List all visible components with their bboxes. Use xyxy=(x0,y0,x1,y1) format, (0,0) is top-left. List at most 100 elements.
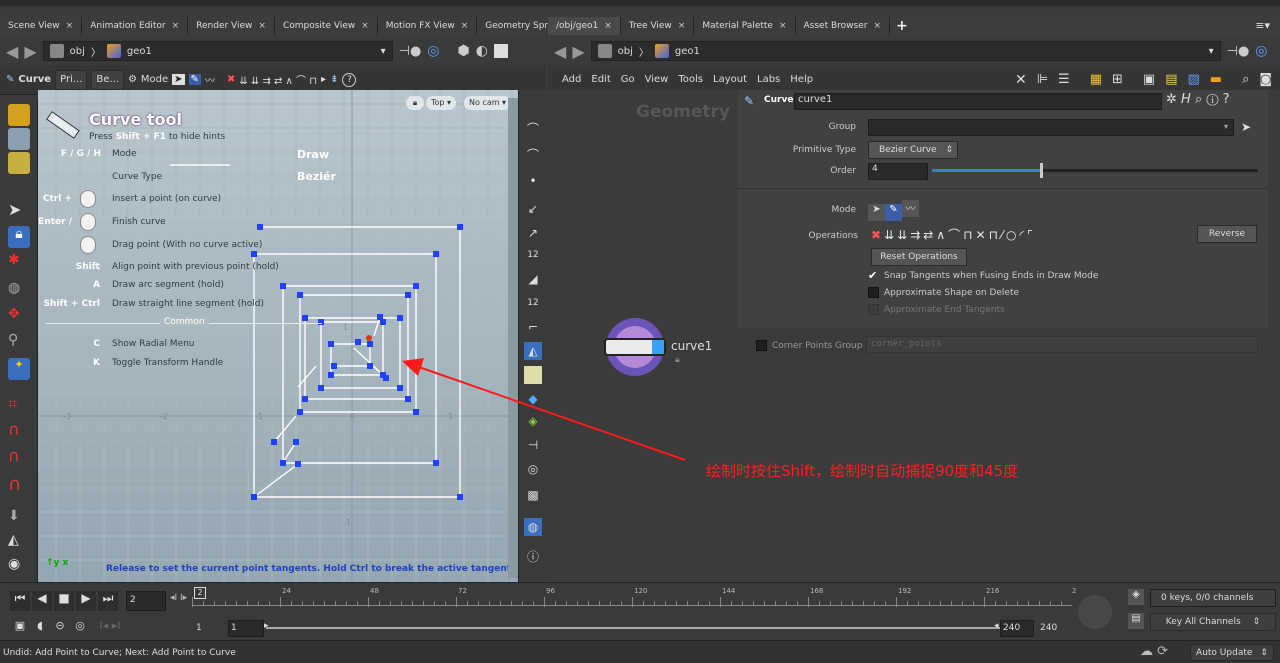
pin-icon[interactable]: ⊣● xyxy=(1227,44,1250,59)
control-point[interactable] xyxy=(328,341,334,347)
control-point[interactable] xyxy=(457,494,463,500)
note-icon[interactable]: ▤ xyxy=(1165,72,1177,87)
display-icon[interactable]: ▣ xyxy=(1143,72,1155,87)
chevron-down-icon[interactable]: ▾ xyxy=(381,46,386,57)
tab-left-4[interactable]: Motion FX View × xyxy=(378,16,478,35)
target-icon[interactable]: ◎ xyxy=(427,43,439,59)
point-number-icon[interactable]: 12 xyxy=(524,246,542,264)
close-icon[interactable]: × xyxy=(461,21,469,31)
pointer-icon[interactable]: ➤ xyxy=(8,200,30,222)
background-icon[interactable]: ▩ xyxy=(524,486,542,504)
tab-right-1[interactable]: Tree View × xyxy=(621,16,695,35)
split-op-icon[interactable]: ⇊ xyxy=(897,228,907,242)
menu-item-3[interactable]: View xyxy=(645,74,669,85)
circle-op-icon[interactable]: ○ xyxy=(1006,228,1016,242)
start-frame-field[interactable]: 1 xyxy=(228,620,264,637)
primtype-menu[interactable]: Bezier Curve ⇕ xyxy=(868,141,958,159)
key-dial-icon[interactable] xyxy=(1078,595,1112,629)
magnet-icon[interactable]: ∩ xyxy=(8,474,30,496)
control-point[interactable] xyxy=(297,292,303,298)
control-point[interactable] xyxy=(331,363,337,369)
tree-icon[interactable]: ⊫ xyxy=(1037,72,1048,87)
cube-icon[interactable]: ⬢ xyxy=(458,43,470,59)
network-pane[interactable]: Geometry curve1 🔒︎ xyxy=(548,90,738,582)
round-op-icon[interactable]: ⌒ xyxy=(948,226,960,243)
pose-icon[interactable]: ✥ xyxy=(8,306,30,328)
key-all-button[interactable]: Key All Channels ⇕ xyxy=(1150,613,1276,631)
box-icon[interactable]: ▬ xyxy=(1210,72,1222,87)
group-field[interactable] xyxy=(868,119,1234,136)
control-point[interactable] xyxy=(413,283,419,289)
rotate-tool-icon[interactable] xyxy=(8,152,30,174)
camera-dropdown[interactable]: No cam ▾ xyxy=(464,96,512,110)
search-icon[interactable]: ⌕ xyxy=(1242,72,1249,87)
delete-op-icon[interactable]: ✖ xyxy=(871,228,881,242)
back-arrow-icon[interactable]: ◀ xyxy=(6,42,18,61)
hull-icon[interactable]: ⌐ xyxy=(524,318,542,336)
play-icon[interactable]: ▶ xyxy=(76,591,96,611)
help-icon[interactable]: ? xyxy=(342,72,357,87)
control-point[interactable] xyxy=(302,396,308,402)
key-all-icon[interactable]: ▤ xyxy=(1128,613,1144,629)
skeleton-icon[interactable]: ⚲ xyxy=(8,332,30,354)
tab-left-0[interactable]: Scene View × xyxy=(0,16,83,35)
menu-item-5[interactable]: Layout xyxy=(713,74,747,85)
info-icon[interactable]: ⓘ xyxy=(524,548,542,566)
control-point[interactable] xyxy=(251,251,257,257)
fillet-op-icon[interactable]: ◜ xyxy=(1019,228,1024,242)
pane-menu-icon[interactable]: ≡▾ xyxy=(1255,19,1270,32)
delete-op-icon[interactable]: ✖ xyxy=(227,74,235,85)
align-icon[interactable]: ⇟ xyxy=(330,74,338,85)
viewport-scrollbar[interactable] xyxy=(508,98,518,578)
forward-arrow-icon[interactable]: ▶ xyxy=(572,42,584,61)
line-op-icon[interactable]: ⁄ xyxy=(1001,228,1003,242)
cook-icon[interactable]: ☁ ⟳ xyxy=(1140,644,1168,659)
stop-icon[interactable]: ■ xyxy=(54,591,74,611)
close-icon[interactable]: × xyxy=(779,21,787,31)
keyframe-icon[interactable]: ◈ xyxy=(1128,589,1144,605)
snap-grid-icon[interactable]: ⌗ xyxy=(8,394,30,416)
order-slider-handle[interactable] xyxy=(1039,163,1043,178)
snap-checkbox[interactable]: ✔ xyxy=(868,270,879,281)
range-slider[interactable] xyxy=(266,627,1002,629)
snap-point-icon[interactable]: ∩ xyxy=(8,446,30,468)
display-icon[interactable]: ◐ xyxy=(476,43,488,59)
target-icon[interactable]: ◎ xyxy=(1255,43,1267,59)
normal-icon[interactable]: ↙ xyxy=(524,200,542,218)
tab-left-3[interactable]: Composite View × xyxy=(275,16,378,35)
control-point[interactable] xyxy=(280,460,286,466)
current-frame-field[interactable]: 2 xyxy=(126,591,166,611)
pin-icon[interactable]: ⊣● xyxy=(399,44,422,59)
frame-marker[interactable]: 2 xyxy=(194,587,206,599)
audio-icon[interactable]: ◖ xyxy=(30,619,50,632)
vertex-normal-icon[interactable]: ↗ xyxy=(524,224,542,242)
square-icon[interactable] xyxy=(493,44,508,58)
tab-right-0[interactable]: /obj/geo1 × xyxy=(548,16,621,35)
control-point[interactable] xyxy=(405,292,411,298)
start-frame[interactable]: 1 xyxy=(196,623,202,633)
path-breadcrumb[interactable]: obj 〉 geo1 ▾ xyxy=(590,41,1221,61)
select-mode-icon[interactable]: ➤ xyxy=(868,204,885,221)
approx-checkbox[interactable] xyxy=(868,287,879,298)
parm-toolbar-icons[interactable]: ✲ H ⌕ ⓘ ? xyxy=(1166,92,1230,107)
bezier-button[interactable]: Be... xyxy=(91,69,124,90)
square-op-icon[interactable]: ⊓ xyxy=(963,228,972,242)
select-mode-icon[interactable]: ➤ xyxy=(172,74,185,85)
control-point[interactable] xyxy=(271,439,277,445)
scene-viewport[interactable]: Curve tool Press Shift + F1 to hide hint… xyxy=(38,90,518,582)
menu-item-7[interactable]: Help xyxy=(790,74,813,85)
xform-icon[interactable]: ✦ xyxy=(8,358,30,380)
snap-icon[interactable]: ◍ xyxy=(524,518,542,536)
flat-op-icon[interactable]: ⊓ xyxy=(989,228,998,242)
prim-icon[interactable]: ◢ xyxy=(524,270,542,288)
control-point[interactable] xyxy=(397,315,403,321)
frame-range-icon[interactable]: ◎ xyxy=(70,619,90,632)
draw-mode-icon[interactable]: ✎ xyxy=(885,204,902,221)
sculpt-icon[interactable]: ◭ xyxy=(8,532,30,554)
control-point[interactable] xyxy=(251,494,257,500)
tab-right-3[interactable]: Asset Browser × xyxy=(796,16,890,35)
camera-icon[interactable]: ◙ xyxy=(1259,72,1272,87)
close-icon[interactable]: × xyxy=(172,21,180,31)
move-tool-icon[interactable] xyxy=(8,128,30,150)
primitive-button[interactable]: Pri... xyxy=(55,69,88,90)
